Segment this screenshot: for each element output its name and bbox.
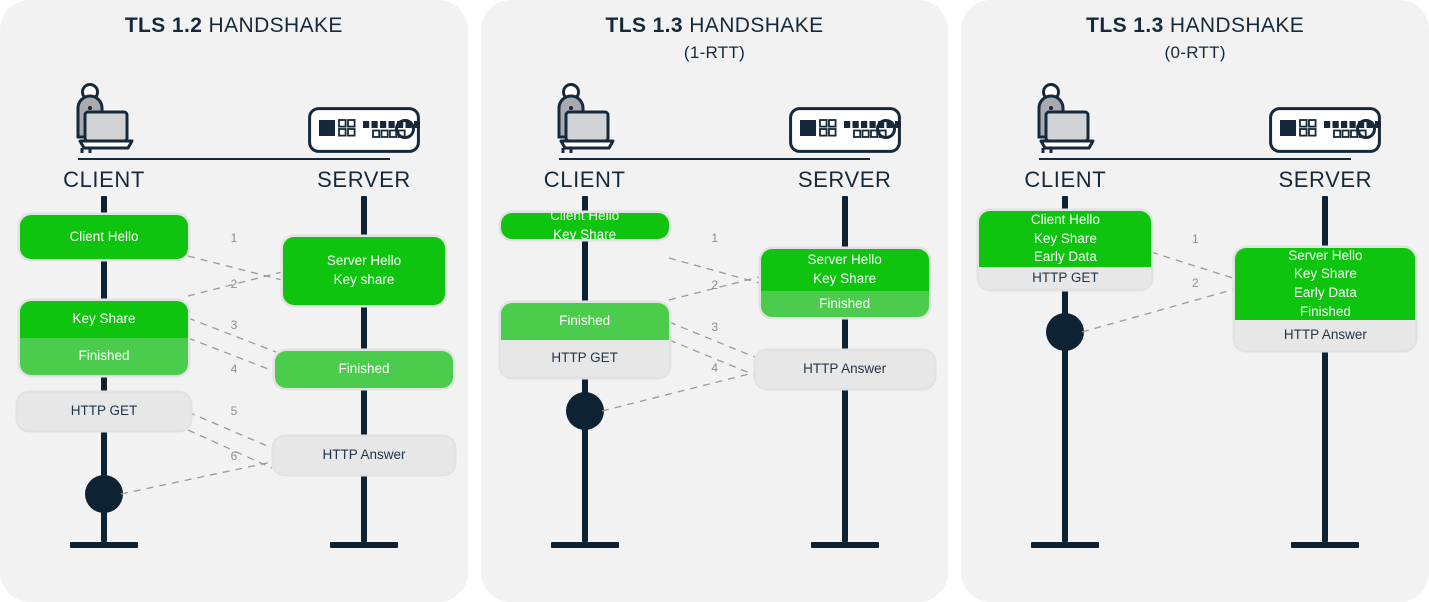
message-card-segment: Finished <box>275 351 453 388</box>
connector-line <box>1082 287 1240 333</box>
message-card[interactable]: Client Hello Key Share Early Data HTTP GE… <box>979 211 1152 289</box>
handshake-panel-1: TLS 1.2 HANDSHAKE CLIENT SERVER Client He… <box>0 0 468 602</box>
client-completion-dot <box>1046 313 1085 351</box>
message-card-segment: Finished <box>20 338 188 375</box>
client-completion-dot <box>85 475 123 513</box>
message-card[interactable]: HTTP Answer <box>755 351 934 388</box>
connector-line <box>120 461 273 495</box>
message-card-segment: Client Hello Key Share Early Data <box>979 211 1152 267</box>
message-card[interactable]: Finished HTTP GET <box>500 303 669 377</box>
message-card-segment: HTTP GET <box>500 340 669 377</box>
step-number: 2 <box>711 278 719 292</box>
message-card-segment: Client Hello Key Share <box>500 213 669 239</box>
step-number: 3 <box>711 320 719 334</box>
connector-line <box>601 371 757 412</box>
step-number: 6 <box>230 449 238 463</box>
message-card-segment: HTTP Answer <box>274 437 454 474</box>
step-number: 5 <box>230 404 238 418</box>
message-card-segment: HTTP GET <box>979 267 1152 289</box>
message-card-segment: Client Hello <box>20 215 188 259</box>
client-timeline-base <box>1031 542 1100 548</box>
message-card[interactable]: Finished <box>275 351 453 388</box>
message-card[interactable]: HTTP GET <box>18 393 190 430</box>
server-timeline-base <box>330 542 398 548</box>
message-card-segment: HTTP GET <box>18 393 190 430</box>
step-number: 1 <box>230 231 238 245</box>
tls-handshake-comparison-diagram: TLS 1.2 HANDSHAKE CLIENT SERVER Client He… <box>0 0 1429 602</box>
message-card[interactable]: Server Hello Key Share Early Data Finish… <box>1235 248 1416 350</box>
client-completion-dot <box>565 392 604 430</box>
message-card[interactable]: Server Hello Key share <box>283 237 445 305</box>
message-card-segment: Server Hello Key Share <box>760 249 929 291</box>
step-number: 2 <box>1192 276 1199 290</box>
server-timeline-base <box>1291 542 1360 548</box>
step-number: 4 <box>230 362 238 376</box>
message-card[interactable]: Server Hello Key Share Finished <box>760 249 929 317</box>
sequence-body: Client Hello Server Hello Key share Key Sh… <box>0 0 468 602</box>
step-number: 2 <box>230 277 238 291</box>
client-timeline-base <box>70 542 138 548</box>
server-timeline-base <box>810 542 879 548</box>
message-card-segment: HTTP Answer <box>755 351 934 388</box>
step-number: 4 <box>711 361 719 375</box>
client-timeline-base <box>550 542 619 548</box>
handshake-panel-3: TLS 1.3 HANDSHAKE (0-RTT) CLIENT SERVER Cl… <box>961 0 1429 602</box>
sequence-body: Client Hello Key Share Server Hello Key S… <box>481 0 949 602</box>
step-number: 1 <box>711 231 719 245</box>
message-card-segment: Server Hello Key share <box>283 237 445 305</box>
message-card-segment: Finished <box>500 303 669 340</box>
message-card[interactable]: Client Hello <box>20 215 188 259</box>
message-card-segment: Finished <box>760 291 929 317</box>
message-card-segment: Server Hello Key Share Early Data Finish… <box>1235 248 1416 320</box>
message-card[interactable]: HTTP Answer <box>274 437 454 474</box>
step-number: 1 <box>1192 232 1199 246</box>
message-card[interactable]: Client Hello Key Share <box>500 213 669 239</box>
step-number: 3 <box>230 318 238 332</box>
message-card-segment: HTTP Answer <box>1235 320 1416 350</box>
handshake-panel-2: TLS 1.3 HANDSHAKE (1-RTT) CLIENT SERVER Cl… <box>480 0 949 602</box>
sequence-body: Client Hello Key Share Early Data HTTP GE… <box>961 0 1429 602</box>
message-card[interactable]: Key Share Finished <box>20 301 188 375</box>
message-card-segment: Key Share <box>20 301 188 338</box>
